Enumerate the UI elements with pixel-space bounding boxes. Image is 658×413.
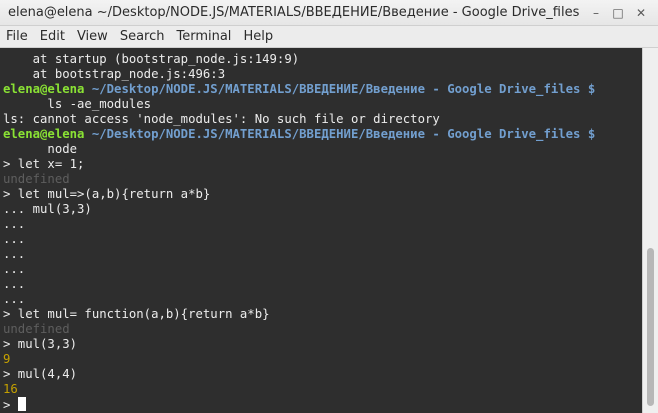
repl-undefined: undefined — [3, 322, 70, 336]
terminal-line: undefined — [3, 322, 642, 337]
maximize-icon[interactable]: □ — [609, 4, 627, 22]
terminal-text: ls -ae_modules — [3, 97, 152, 111]
menu-search[interactable]: Search — [114, 29, 171, 45]
terminal-text: ... mul(3,3) — [3, 202, 92, 216]
prompt-path: ~/Desktop/NODE.JS/MATERIALS/ВВЕДЕНИЕ/Вве… — [84, 127, 596, 141]
terminal-line: ls: cannot access 'node_modules': No suc… — [3, 112, 642, 127]
terminal-line: ... — [3, 247, 642, 262]
terminal-text: ... — [3, 232, 26, 246]
terminal-line: at startup (bootstrap_node.js:149:9) — [3, 52, 642, 67]
prompt-path: ~/Desktop/NODE.JS/MATERIALS/ВВЕДЕНИЕ/Вве… — [84, 82, 596, 96]
terminal-text: > let mul= function(a,b){return a*b} — [3, 307, 270, 321]
terminal-text: ... — [3, 277, 26, 291]
terminal-text: ls: cannot access 'node_modules': No suc… — [3, 112, 440, 126]
terminal-text: ... — [3, 292, 26, 306]
menu-file[interactable]: File — [0, 29, 34, 45]
terminal-line: ... — [3, 217, 642, 232]
minimize-icon[interactable]: – — [587, 4, 605, 22]
title-bar[interactable]: elena@elena ~/Desktop/NODE.JS/MATERIALS/… — [0, 0, 658, 26]
terminal-line: elena@elena ~/Desktop/NODE.JS/MATERIALS/… — [3, 82, 642, 97]
terminal-line: ... mul(3,3) — [3, 202, 642, 217]
menu-terminal[interactable]: Terminal — [170, 29, 237, 45]
terminal-text: at bootstrap_node.js:496:3 — [3, 67, 226, 81]
terminal-line: > let x= 1; — [3, 157, 642, 172]
terminal-text: > mul(4,4) — [3, 367, 78, 381]
terminal-line: elena@elena ~/Desktop/NODE.JS/MATERIALS/… — [3, 127, 642, 142]
text-cursor — [17, 397, 26, 411]
repl-undefined: undefined — [3, 172, 70, 186]
prompt-user: elena@elena — [3, 127, 85, 141]
close-icon[interactable]: ✕ — [632, 4, 650, 22]
terminal-line: > let mul= function(a,b){return a*b} — [3, 307, 642, 322]
terminal-line: node — [3, 142, 642, 157]
menu-bar: File Edit View Search Terminal Help — [0, 26, 658, 48]
vertical-scrollbar[interactable] — [642, 48, 658, 413]
terminal-line: undefined — [3, 172, 642, 187]
window-title: elena@elena ~/Desktop/NODE.JS/MATERIALS/… — [8, 5, 580, 20]
terminal-text: > let mul=>(a,b){return a*b} — [3, 187, 211, 201]
menu-help[interactable]: Help — [237, 29, 279, 45]
terminal-text: ... — [3, 217, 26, 231]
prompt-user: elena@elena — [3, 82, 85, 96]
terminal-text: ... — [3, 247, 26, 261]
terminal-text: > — [3, 398, 18, 412]
terminal-line: 16 — [3, 382, 642, 397]
terminal-text: node — [3, 142, 78, 156]
terminal-window: elena@elena ~/Desktop/NODE.JS/MATERIALS/… — [0, 0, 658, 413]
terminal-text: at startup (bootstrap_node.js:149:9) — [3, 52, 300, 66]
terminal-text: > mul(3,3) — [3, 337, 78, 351]
repl-result: 9 — [3, 352, 11, 366]
menu-edit[interactable]: Edit — [34, 29, 71, 45]
terminal-text: > let x= 1; — [3, 157, 85, 171]
terminal-line: at bootstrap_node.js:496:3 — [3, 67, 642, 82]
menu-view[interactable]: View — [71, 29, 114, 45]
terminal-line: ls -ae_modules — [3, 97, 642, 112]
repl-result: 16 — [3, 382, 18, 396]
terminal-line: ... — [3, 262, 642, 277]
terminal-line: ... — [3, 292, 642, 307]
terminal-line: ... — [3, 232, 642, 247]
terminal-line: ... — [3, 277, 642, 292]
terminal-line: > mul(4,4) — [3, 367, 642, 382]
scrollbar-thumb[interactable] — [647, 248, 654, 406]
terminal-text: ... — [3, 262, 26, 276]
terminal-line: > let mul=>(a,b){return a*b} — [3, 187, 642, 202]
terminal-line: > mul(3,3) — [3, 337, 642, 352]
terminal-output[interactable]: at startup (bootstrap_node.js:149:9) at … — [0, 48, 642, 413]
terminal-line: > — [3, 397, 642, 412]
terminal-line: 9 — [3, 352, 642, 367]
